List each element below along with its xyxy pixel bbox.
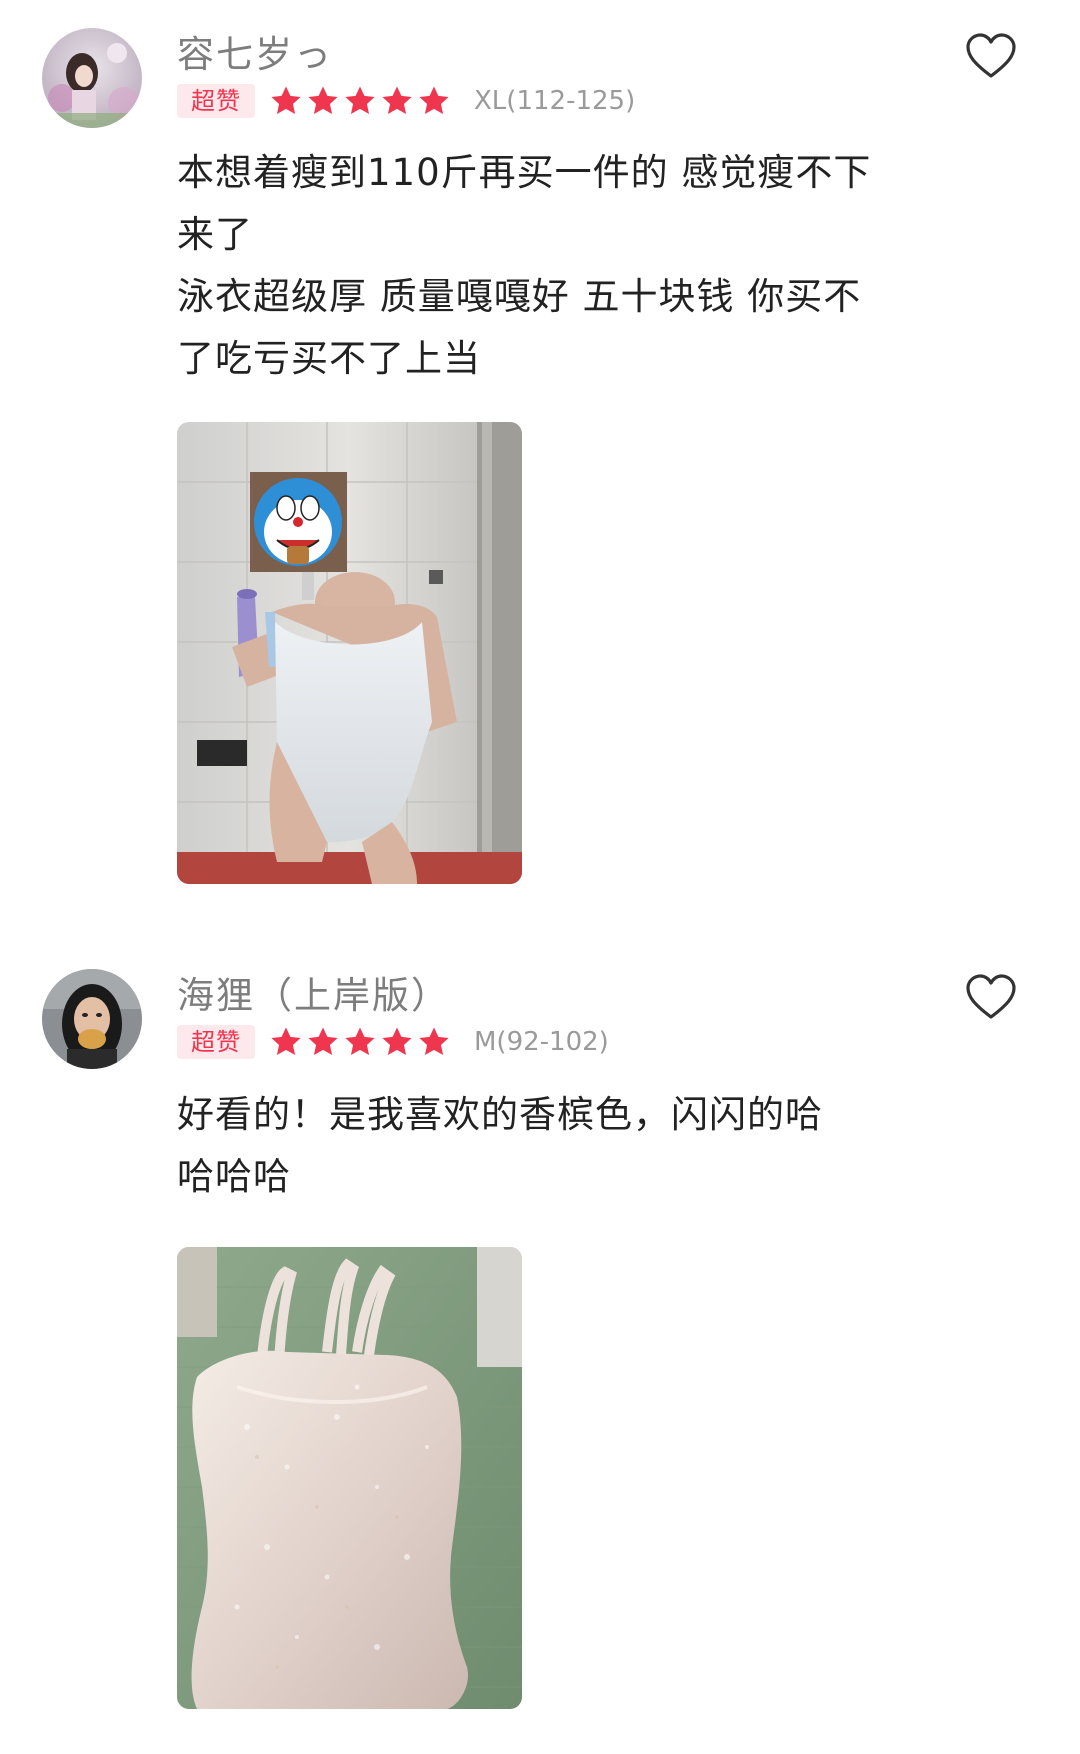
avatar-photo xyxy=(42,969,142,1069)
avatar-photo xyxy=(42,28,142,128)
star-icon xyxy=(269,84,303,118)
swimsuit-flat-lay-photo[interactable] xyxy=(177,1247,522,1709)
star-rating xyxy=(269,1025,454,1059)
review-text-line: 了吃亏买不了上当 xyxy=(177,337,481,380)
star-icon xyxy=(380,1025,414,1059)
star-icon xyxy=(417,1025,451,1059)
review-text-line: 好看的！是我喜欢的香槟色，闪闪的哈 xyxy=(177,1093,823,1136)
size-label: XL(112-125) xyxy=(474,86,636,116)
size-label: M(92-102) xyxy=(474,1027,609,1057)
review-text: 本想着瘦到110斤再买一件的 感觉瘦不下 来了 泳衣超级厚 质量嘎嘎好 五十块钱… xyxy=(177,142,897,390)
avatar[interactable] xyxy=(42,28,142,128)
review-text-line: 哈哈哈 xyxy=(177,1155,291,1198)
clipped-text xyxy=(177,930,497,938)
rating-row: 超赞 XL(112-125) xyxy=(177,83,635,119)
status-badge: 超赞 xyxy=(177,1025,255,1059)
review-text-line: 泳衣超级厚 质量嘎嘎好 五十块钱 你买不 xyxy=(177,275,862,318)
username: 容七岁っ xyxy=(177,33,333,76)
star-icon xyxy=(380,84,414,118)
avatar[interactable] xyxy=(42,969,142,1069)
star-icon xyxy=(343,84,377,118)
star-icon xyxy=(306,84,340,118)
review-text: 好看的！是我喜欢的香槟色，闪闪的哈 哈哈哈 xyxy=(177,1084,897,1208)
star-rating xyxy=(269,84,454,118)
heart-outline-icon[interactable] xyxy=(965,32,1017,80)
star-icon xyxy=(269,1025,303,1059)
username: 海狸（上岸版） xyxy=(177,974,450,1017)
heart-outline-icon[interactable] xyxy=(965,973,1017,1021)
star-icon xyxy=(343,1025,377,1059)
star-icon xyxy=(417,84,451,118)
review-text-line: 本想着瘦到110斤再买一件的 感觉瘦不下 xyxy=(177,151,872,194)
star-icon xyxy=(306,1025,340,1059)
status-badge: 超赞 xyxy=(177,84,255,118)
review-text-line: 来了 xyxy=(177,213,253,256)
rating-row: 超赞 M(92-102) xyxy=(177,1024,609,1060)
swimsuit-mirror-selfie-photo[interactable] xyxy=(177,422,522,884)
